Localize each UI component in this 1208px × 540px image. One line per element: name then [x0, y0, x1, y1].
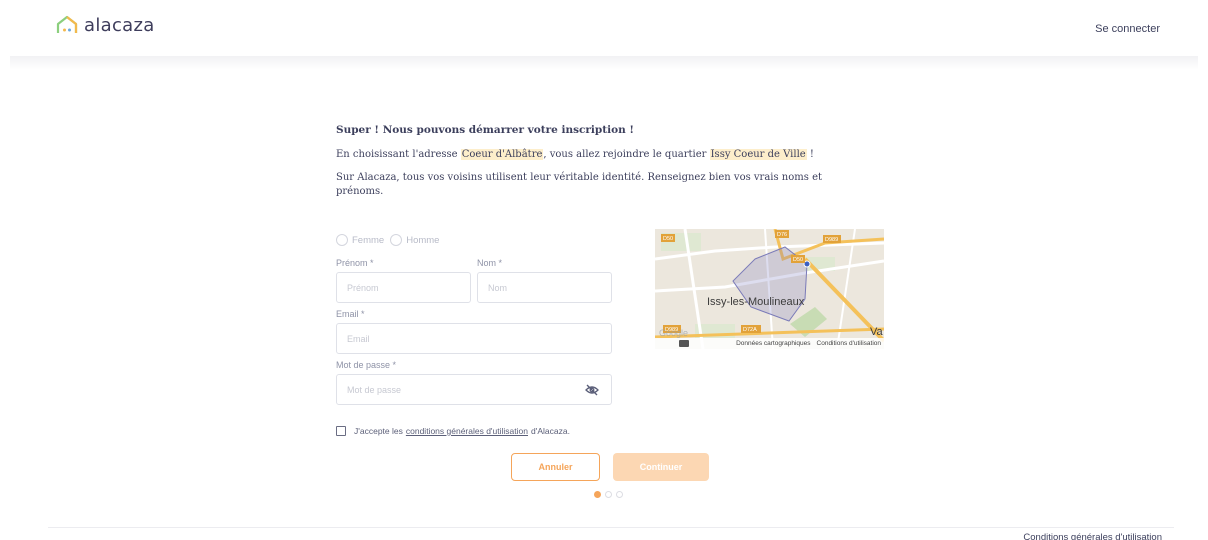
last-name-field[interactable]: Nom [477, 272, 612, 303]
map-footer: Données cartographiques Conditions d'uti… [655, 338, 884, 349]
last-name-label: Nom * [477, 258, 503, 268]
male-label: Homme [406, 234, 440, 246]
intro-identity-line: Sur Alacaza, tous vos voisins utilisent … [336, 172, 823, 197]
password-placeholder: Mot de passe [347, 384, 402, 395]
google-logo: Google [659, 328, 688, 338]
step-dot-2 [605, 491, 612, 498]
terms-row: J'accepte les conditions générales d'uti… [336, 426, 570, 436]
logo[interactable]: alacaza [56, 14, 155, 36]
step-indicator [594, 491, 623, 498]
step-dot-1 [594, 491, 601, 498]
map-edge-label: Va [870, 326, 884, 338]
gender-male-option[interactable]: Homme [390, 234, 439, 246]
map-terms-link[interactable]: Conditions d'utilisation [817, 340, 881, 347]
first-name-field[interactable]: Prénom [336, 272, 471, 303]
map-road-label: D50 [663, 236, 673, 242]
intro-text: En choisissant l'adresse [336, 149, 461, 160]
continue-button[interactable]: Continuer [613, 453, 709, 481]
footer-divider [48, 527, 1174, 528]
intro-title: Super ! Nous pouvons démarrer votre insc… [336, 124, 634, 136]
email-placeholder: Email [347, 333, 370, 344]
last-name-placeholder: Nom [488, 282, 508, 293]
email-label: Email * [336, 309, 365, 319]
terms-prefix: J'accepte les [354, 426, 403, 436]
eye-slash-icon[interactable] [585, 384, 599, 396]
address-highlight: Coeur d'Albâtre [460, 149, 544, 160]
neighborhood-map[interactable]: D50 D76 D989 D50 D989 D72A Issy-les-Moul… [655, 229, 884, 349]
map-road-label: D76 [777, 232, 787, 238]
intro-text: , vous allez rejoindre le quartier [543, 149, 710, 160]
login-link[interactable]: Se connecter [1095, 23, 1160, 35]
map-data-label[interactable]: Données cartographiques [736, 340, 810, 347]
footer-terms-link[interactable]: Conditions générales d'utilisation [1023, 532, 1162, 540]
terms-suffix: d'Alacaza. [531, 426, 570, 436]
male-radio[interactable] [390, 234, 403, 246]
signup-form: Femme Homme Prénom * Prénom Nom * Nom Em… [336, 232, 612, 405]
gender-female-option[interactable]: Femme [336, 234, 384, 246]
female-label: Femme [352, 234, 385, 246]
female-radio[interactable] [336, 234, 348, 246]
header: alacaza Se connecter [0, 0, 1208, 58]
neighborhood-highlight: Issy Coeur de Ville [709, 149, 807, 160]
gender-selector: Femme Homme [336, 232, 612, 248]
map-road-label: D50 [793, 257, 803, 263]
password-label: Mot de passe * [336, 360, 397, 370]
step-dot-3 [616, 491, 623, 498]
first-name-placeholder: Prénom [347, 282, 379, 293]
intro-text: ! [806, 149, 814, 160]
header-divider [10, 56, 1198, 70]
logo-text: alacaza [84, 14, 155, 36]
map-road-label: D72A [743, 327, 757, 333]
terms-link[interactable]: conditions générales d'utilisation [406, 426, 528, 436]
keyboard-icon[interactable] [679, 340, 689, 347]
first-name-label: Prénom * [336, 258, 374, 268]
password-field[interactable]: Mot de passe [336, 374, 612, 405]
intro-address-line: En choisissant l'adresse Coeur d'Albâtre… [336, 148, 876, 162]
map-city-label: Issy-les-Moulineaux [707, 296, 805, 308]
map-graphic: D50 D76 D989 D50 D989 D72A Issy-les-Moul… [655, 229, 884, 349]
terms-checkbox[interactable] [336, 426, 346, 436]
map-road-label: D989 [825, 237, 838, 243]
intro-section: Super ! Nous pouvons démarrer votre insc… [336, 124, 876, 199]
house-icon [56, 15, 78, 35]
email-field[interactable]: Email [336, 323, 612, 354]
cancel-button[interactable]: Annuler [511, 453, 600, 481]
